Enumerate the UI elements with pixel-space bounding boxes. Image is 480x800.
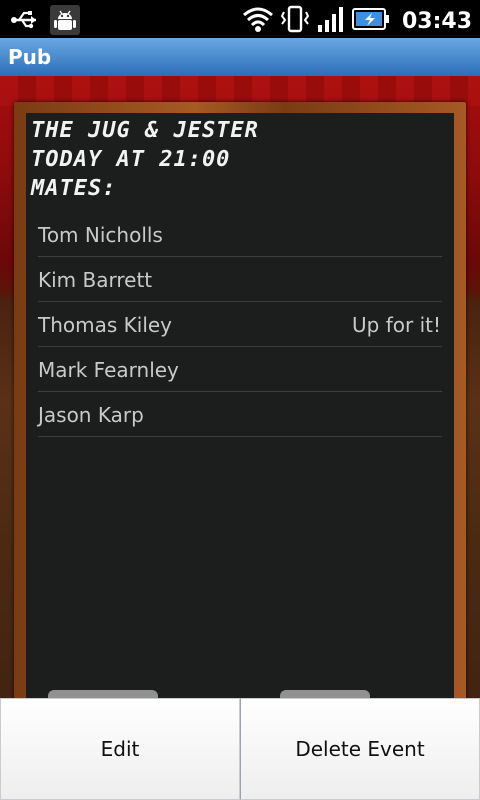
- battery-charging-icon: [351, 6, 390, 36]
- edit-button[interactable]: Edit: [0, 698, 240, 800]
- mate-name: Jason Karp: [38, 403, 144, 427]
- list-item[interactable]: Jason Karp: [38, 392, 442, 437]
- list-item[interactable]: Tom Nicholls: [38, 212, 442, 257]
- list-item[interactable]: Mark Fearnley: [38, 347, 442, 392]
- status-bar: 03:43: [0, 0, 480, 38]
- vibrate-icon: [280, 4, 310, 38]
- mate-status: Up for it!: [352, 313, 441, 337]
- mate-name: Mark Fearnley: [38, 358, 179, 382]
- page-title: Pub: [8, 45, 52, 69]
- list-item[interactable]: Kim Barrett: [38, 257, 442, 302]
- clock: 03:43: [401, 8, 472, 34]
- event-venue: The Jug & Jester: [31, 118, 259, 143]
- mate-name: Thomas Kiley: [38, 313, 173, 337]
- android-debug-icon: [50, 5, 80, 39]
- mates-list: Tom Nicholls Kim Barrett Thomas Kiley Up…: [38, 212, 442, 437]
- event-time: Today at 21:00: [31, 147, 231, 172]
- wifi-icon: [242, 5, 274, 37]
- usb-icon: [10, 9, 40, 35]
- mate-name: Tom Nicholls: [38, 223, 163, 247]
- mate-name: Kim Barrett: [38, 268, 153, 292]
- list-item[interactable]: Thomas Kiley Up for it!: [38, 302, 442, 347]
- delete-event-button[interactable]: Delete Event: [240, 698, 480, 800]
- title-bar: Pub: [0, 38, 480, 77]
- mates-label: Mates:: [31, 176, 117, 201]
- action-bar: Edit Delete Event: [0, 698, 480, 800]
- signal-icon: [316, 5, 346, 37]
